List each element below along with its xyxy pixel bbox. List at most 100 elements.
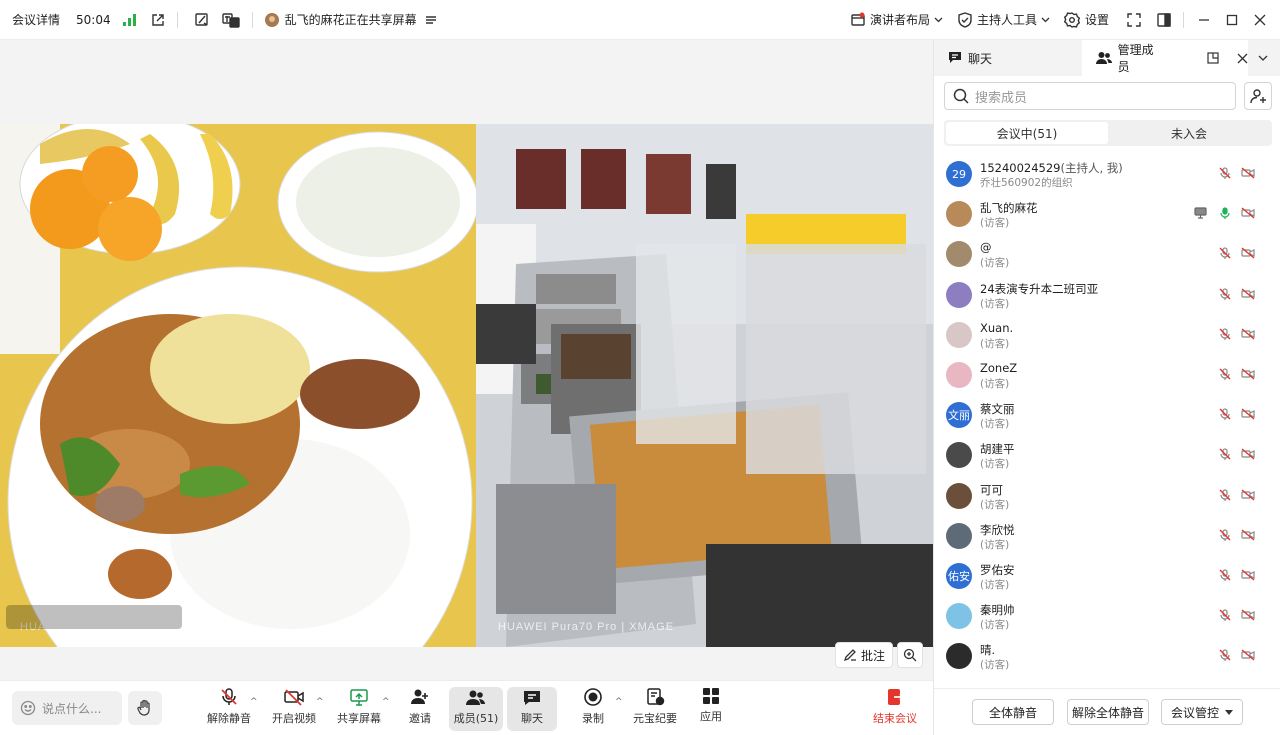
mute-all-button[interactable]: 全体静音 xyxy=(972,699,1054,725)
tab-in-meeting[interactable]: 会议中(51) xyxy=(946,122,1108,144)
camera-off-icon[interactable] xyxy=(1241,167,1255,179)
member-subtitle: (访客) xyxy=(980,297,1010,310)
raise-hand-button[interactable] xyxy=(128,691,162,725)
end-meeting-button[interactable]: 结束会议 xyxy=(870,687,920,731)
shared-screen[interactable]: HUAWEI Pura70 Pro | XMAGE HUAWEI Pura70 … xyxy=(0,124,933,647)
audio-options-caret[interactable]: ^ xyxy=(250,697,258,707)
feedback-icon[interactable] xyxy=(194,12,210,28)
camera-off-icon[interactable] xyxy=(1241,448,1255,460)
camera-off-icon[interactable] xyxy=(1241,368,1255,380)
popout-icon[interactable] xyxy=(1207,52,1219,64)
member-row[interactable]: 乱飞的麻花 (访客) xyxy=(934,194,1280,234)
apps-button[interactable]: 应用 xyxy=(698,687,724,731)
member-row[interactable]: 24表演专升本二班司亚 (访客) xyxy=(934,275,1280,315)
avatar-text: 佑安 xyxy=(948,569,970,583)
camera-off-icon[interactable] xyxy=(1241,649,1255,661)
meeting-details-link[interactable]: 会议详情 xyxy=(12,0,60,40)
camera-off-icon[interactable] xyxy=(1241,529,1255,541)
member-search-input[interactable]: 搜索成员 xyxy=(944,82,1236,110)
member-row[interactable]: @ (访客) xyxy=(934,234,1280,274)
mic-muted-icon[interactable] xyxy=(1219,488,1231,501)
mic-muted-icon[interactable] xyxy=(1219,649,1231,662)
close-icon[interactable] xyxy=(1254,14,1266,26)
minutes-button[interactable]: 元宝纪要 xyxy=(632,687,678,731)
minimize-icon[interactable] xyxy=(1198,14,1210,26)
record-options-caret[interactable]: ^ xyxy=(615,697,623,707)
camera-off-icon[interactable] xyxy=(1241,207,1255,219)
camera-off-icon[interactable] xyxy=(1241,488,1255,501)
share-screen-button[interactable]: 共享屏幕 xyxy=(336,687,382,731)
pen-icon xyxy=(843,648,857,662)
translate-icon[interactable] xyxy=(221,12,240,28)
emoji-icon[interactable] xyxy=(20,700,36,716)
mic-muted-icon[interactable] xyxy=(1219,167,1231,179)
tab-chat[interactable]: 聊天 xyxy=(934,40,1082,76)
invite-member-button[interactable] xyxy=(1244,82,1272,110)
member-row[interactable]: 佑安 罗佑安 (访客) xyxy=(934,556,1280,596)
chat-button[interactable]: 聊天 xyxy=(507,687,557,731)
share-screen-label: 共享屏幕 xyxy=(337,712,381,725)
member-row[interactable]: 文丽 蔡文丽 (访客) xyxy=(934,395,1280,435)
member-row[interactable]: ZoneZ (访客) xyxy=(934,355,1280,395)
camera-off-icon[interactable] xyxy=(1241,569,1255,581)
host-tools-dropdown[interactable]: 主持人工具 xyxy=(977,0,1050,40)
maximize-icon[interactable] xyxy=(1226,14,1238,26)
quick-chat-input[interactable]: 说点什么... xyxy=(12,691,122,725)
video-options-caret[interactable]: ^ xyxy=(316,697,324,707)
camera-off-icon[interactable] xyxy=(1241,247,1255,259)
popout-icon[interactable] xyxy=(151,13,165,27)
record-button[interactable]: 录制 xyxy=(580,687,606,731)
camera-off-icon[interactable] xyxy=(1241,288,1255,300)
start-video-button[interactable]: 开启视频 xyxy=(271,687,317,731)
tab-members[interactable]: 管理成员 xyxy=(1081,40,1249,76)
member-row[interactable]: 李欣悦 (访客) xyxy=(934,516,1280,556)
mic-muted-icon[interactable] xyxy=(1219,569,1231,581)
member-row[interactable]: 可可 (访客) xyxy=(934,476,1280,516)
divider xyxy=(176,11,178,28)
annotate-button[interactable]: 批注 xyxy=(835,642,893,668)
watermark-right-xmage: XMAGE xyxy=(629,621,675,633)
camera-off-icon[interactable] xyxy=(1241,328,1255,340)
members-label: 成员(51) xyxy=(453,712,499,725)
apps-label: 应用 xyxy=(700,710,722,723)
mic-muted-icon[interactable] xyxy=(1219,287,1231,300)
member-row[interactable]: 胡建平 (访客) xyxy=(934,435,1280,475)
chat-icon xyxy=(948,51,962,65)
member-row[interactable]: 晴. (访客) xyxy=(934,636,1280,676)
fullscreen-icon[interactable] xyxy=(1127,12,1141,27)
invite-button[interactable]: 邀请 xyxy=(404,687,436,731)
layout-dropdown[interactable]: 演讲者布局 xyxy=(870,0,943,40)
member-row[interactable]: Xuan. (访客) xyxy=(934,315,1280,355)
image-viewer-toolbar[interactable] xyxy=(6,605,182,629)
mic-muted-icon[interactable] xyxy=(1219,408,1231,421)
watermark-right: HUAWEI Pura70 Pro | XMAGE xyxy=(498,621,675,633)
camera-off-icon[interactable] xyxy=(1241,408,1255,420)
share-options-caret[interactable]: ^ xyxy=(382,697,390,707)
member-row[interactable]: 29 15240024529(主持人, 我) 乔壮560902的组织 xyxy=(934,154,1280,194)
mic-muted-icon[interactable] xyxy=(1219,529,1231,541)
settings-button[interactable]: 设置 xyxy=(1063,0,1109,40)
meeting-control-dropdown[interactable]: 会议管控 xyxy=(1161,699,1243,725)
sidebar-toggle-icon[interactable] xyxy=(1157,12,1171,27)
meeting-control-label: 会议管控 xyxy=(1170,705,1219,720)
tab-not-joined[interactable]: 未入会 xyxy=(1108,122,1270,144)
camera-off-icon[interactable] xyxy=(1241,609,1255,621)
layout-icon[interactable] xyxy=(850,12,866,28)
panel-collapse[interactable] xyxy=(1248,40,1280,76)
share-menu-icon[interactable] xyxy=(425,14,437,26)
member-row[interactable]: 秦明帅 (访客) xyxy=(934,596,1280,636)
unmute-all-button[interactable]: 解除全体静音 xyxy=(1067,699,1149,725)
close-icon[interactable] xyxy=(1237,53,1248,64)
mic-muted-icon[interactable] xyxy=(1219,448,1231,461)
unmute-button[interactable]: 解除静音 xyxy=(206,687,252,731)
mic-on-icon[interactable] xyxy=(1219,207,1231,220)
signal-icon[interactable] xyxy=(122,13,137,26)
mic-muted-icon[interactable] xyxy=(1219,328,1231,340)
avatar xyxy=(946,361,972,388)
members-button[interactable]: 成员(51) xyxy=(449,687,503,731)
annotate-label: 批注 xyxy=(860,648,885,663)
mic-muted-icon[interactable] xyxy=(1219,247,1231,260)
mic-muted-icon[interactable] xyxy=(1219,609,1231,622)
mic-muted-icon[interactable] xyxy=(1219,368,1231,380)
zoom-button[interactable] xyxy=(897,642,923,668)
